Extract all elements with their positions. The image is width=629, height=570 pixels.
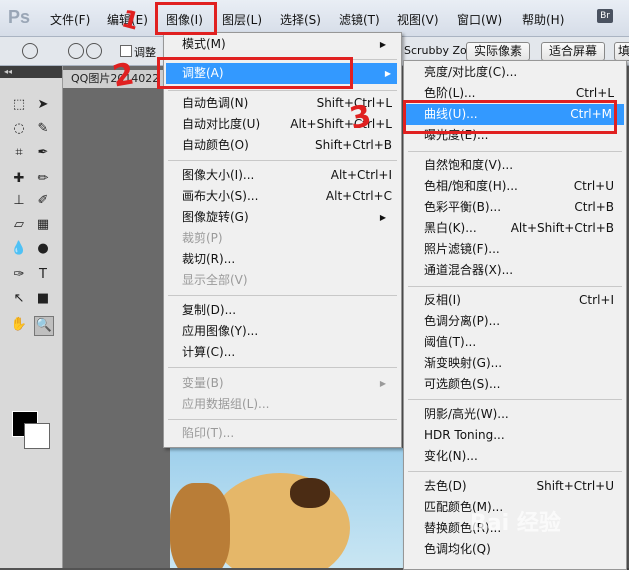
quick-select-icon[interactable]: ✎ (34, 120, 52, 138)
menu-item-photo-filter[interactable]: 照片滤镜(F)... (424, 239, 614, 260)
move-tool-icon[interactable]: ➤ (34, 96, 52, 114)
pen-tool-icon[interactable]: ✑ (10, 266, 28, 284)
menu-item-desaturate[interactable]: 去色(D) Shift+Ctrl+U (424, 476, 614, 497)
fit-screen-button[interactable]: 适合屏幕 (541, 42, 606, 61)
blur-tool-icon[interactable]: 💧 (10, 240, 28, 258)
tools-panel: ◂◂ ⬚ ➤ ◌ ✎ ⌗ ✒ ✚ ✏ ⊥ ✐ ▱ ▦ 💧 ● ✑ T ↖ ■ ✋… (0, 66, 63, 568)
menu-item-calculations[interactable]: 计算(C)... (182, 342, 392, 363)
menu-view[interactable]: 视图(V) (397, 11, 439, 28)
menu-item-trim[interactable]: 裁切(R)... (182, 249, 392, 270)
marquee-tool-icon[interactable]: ⬚ (10, 96, 28, 114)
menu-item-threshold[interactable]: 阈值(T)... (424, 332, 614, 353)
path-select-icon[interactable]: ↖ (10, 290, 28, 308)
resize-windows-checkbox[interactable] (120, 45, 132, 57)
menu-help[interactable]: 帮助(H) (522, 11, 564, 28)
menu-item-variations[interactable]: 变化(N)... (424, 446, 614, 467)
menu-separator (408, 471, 622, 472)
menu-item-canvas-size[interactable]: 画布大小(S)... Alt+Ctrl+C (182, 186, 392, 207)
menu-file[interactable]: 文件(F) (50, 11, 90, 28)
photoshop-logo: Ps (8, 7, 31, 27)
menu-item-duplicate[interactable]: 复制(D)... (182, 300, 392, 321)
fill-screen-button[interactable]: 填 (614, 42, 629, 61)
menu-item-black-white[interactable]: 黑白(K)... Alt+Shift+Ctrl+B (424, 218, 614, 239)
image-canvas[interactable] (170, 448, 410, 568)
menu-separator (408, 399, 622, 400)
menu-item-apply-data-set: 应用数据组(L)... (182, 397, 270, 411)
menu-separator (168, 367, 397, 368)
eyedropper-icon[interactable]: ✒ (34, 144, 52, 162)
clone-stamp-icon[interactable]: ⊥ (10, 192, 28, 210)
menu-select[interactable]: 选择(S) (280, 11, 321, 28)
menu-item-hdr-toning[interactable]: HDR Toning... (424, 425, 614, 446)
menu-item-hue-saturation[interactable]: 色相/饱和度(H)... Ctrl+U (424, 176, 614, 197)
adjustments-submenu: 亮度/对比度(C)... 色阶(L)... Ctrl+L 曲线(U)... Ctrl… (403, 60, 627, 570)
dodge-tool-icon[interactable]: ● (34, 240, 52, 258)
submenu-arrow-icon: ▶ (379, 213, 386, 222)
type-tool-icon[interactable]: T (34, 266, 52, 284)
menu-separator (168, 160, 397, 161)
crop-tool-icon[interactable]: ⌗ (10, 144, 28, 162)
menu-item-image-rotation[interactable]: 图像旋转(G) ▶ (182, 207, 392, 228)
menu-window[interactable]: 窗口(W) (457, 11, 502, 28)
menu-item-shadows-highlights[interactable]: 阴影/高光(W)... (424, 404, 614, 425)
menu-item-selective-color[interactable]: 可选颜色(S)... (424, 374, 614, 395)
menu-item-equalize[interactable]: 色调均化(Q) (424, 539, 614, 560)
zoom-tool-icon[interactable]: 🔍 (34, 316, 54, 336)
menu-item-auto-color[interactable]: 自动颜色(O) Shift+Ctrl+B (182, 135, 392, 156)
menu-separator (168, 90, 397, 91)
menu-item-posterize[interactable]: 色调分离(P)... (424, 311, 614, 332)
baidu-jingyan-watermark: Bai 经验 (470, 511, 561, 536)
submenu-arrow-icon: ▶ (379, 40, 386, 49)
menu-separator (168, 419, 397, 420)
menu-item-brightness-contrast[interactable]: 亮度/对比度(C)... (424, 62, 614, 83)
brush-tool-icon[interactable]: ✏ (34, 170, 52, 188)
highlight-box-adjustments (157, 57, 353, 89)
healing-brush-icon[interactable]: ✚ (10, 170, 28, 188)
menu-layer[interactable]: 图层(L) (222, 11, 262, 28)
menu-separator (408, 286, 622, 287)
zoom-out-icon[interactable] (86, 43, 102, 59)
submenu-arrow-icon: ▶ (384, 69, 391, 78)
highlight-box-image-menu (155, 2, 217, 35)
menu-item-trap: 陷印(T)... (182, 426, 235, 440)
eraser-tool-icon[interactable]: ▱ (10, 216, 28, 234)
actual-pixels-button[interactable]: 实际像素 (466, 42, 531, 61)
menu-item-reveal-all: 显示全部(V) (182, 273, 248, 287)
menu-item-image-size[interactable]: 图像大小(I)... Alt+Ctrl+I (182, 165, 392, 186)
resize-windows-label: 调整 (134, 46, 156, 59)
lasso-tool-icon[interactable]: ◌ (10, 120, 28, 138)
menu-item-variables: 变量(B) ▶ (182, 373, 392, 394)
highlight-box-curves (403, 100, 617, 134)
menu-item-gradient-map[interactable]: 渐变映射(G)... (424, 353, 614, 374)
zoom-tool-icon[interactable] (22, 43, 38, 59)
menu-filter[interactable]: 滤镜(T) (339, 11, 380, 28)
menu-item-crop: 裁剪(P) (182, 231, 223, 245)
menu-item-channel-mixer[interactable]: 通道混合器(X)... (424, 260, 614, 281)
menu-item-vibrance[interactable]: 自然饱和度(V)... (424, 155, 614, 176)
menu-separator (408, 151, 622, 152)
gradient-tool-icon[interactable]: ▦ (34, 216, 52, 234)
shape-tool-icon[interactable]: ■ (34, 290, 52, 308)
image-menu: 模式(M) ▶ 调整(A) ▶ 自动色调(N) Shift+Ctrl+L 自动对比度(… (163, 32, 402, 448)
history-brush-icon[interactable]: ✐ (34, 192, 52, 210)
dog-ear (170, 483, 230, 568)
menu-separator (168, 295, 397, 296)
menu-item-apply-image[interactable]: 应用图像(Y)... (182, 321, 392, 342)
hand-tool-icon[interactable]: ✋ (10, 316, 28, 334)
menu-item-mode[interactable]: 模式(M) ▶ (182, 34, 392, 55)
background-color-swatch[interactable] (24, 423, 50, 449)
panel-collapse-icon[interactable]: ◂◂ (0, 66, 62, 78)
bridge-button[interactable]: Br (597, 9, 613, 23)
dog-nose (290, 478, 330, 508)
menu-item-invert[interactable]: 反相(I) Ctrl+I (424, 290, 614, 311)
menu-item-color-balance[interactable]: 色彩平衡(B)... Ctrl+B (424, 197, 614, 218)
zoom-in-icon[interactable] (68, 43, 84, 59)
submenu-arrow-icon: ▶ (379, 379, 386, 388)
